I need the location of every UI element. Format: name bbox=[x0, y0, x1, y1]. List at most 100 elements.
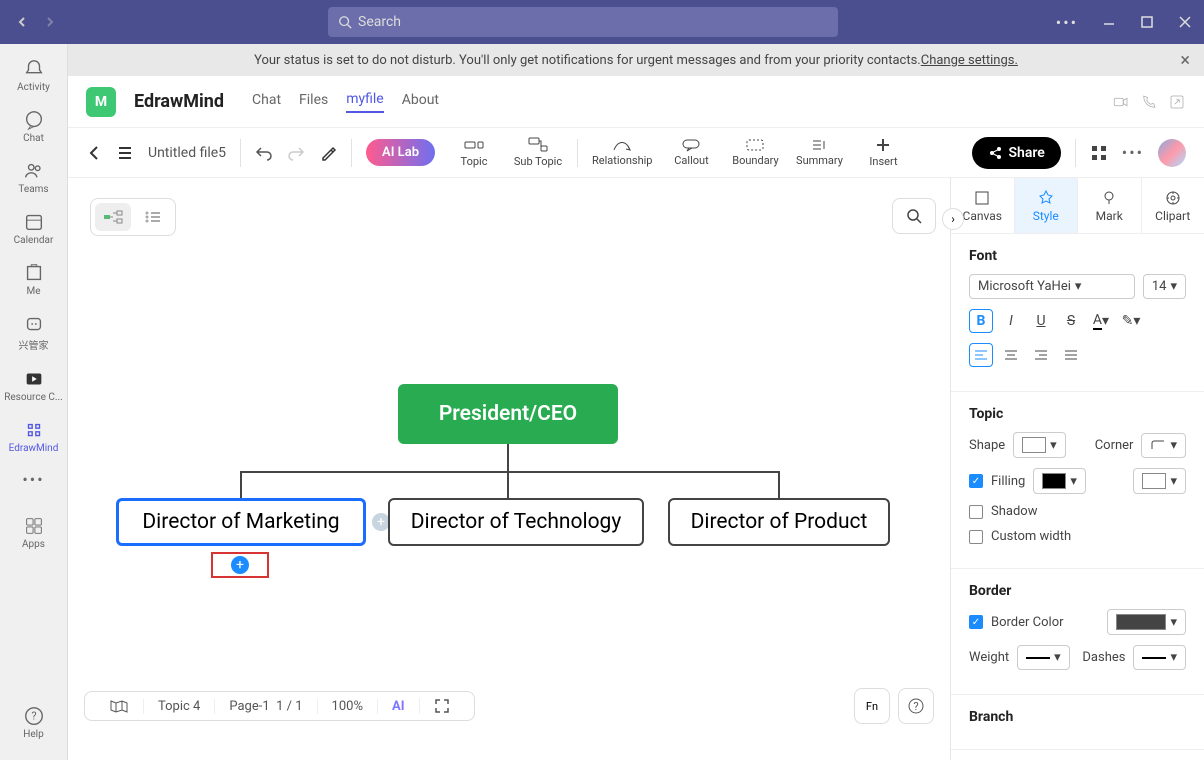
align-right-button[interactable] bbox=[1029, 343, 1053, 367]
rail-teams[interactable]: Teams bbox=[0, 154, 67, 201]
rail-help[interactable]: ?Help bbox=[0, 699, 67, 746]
topic-title: Topic bbox=[969, 406, 1186, 422]
notification-close[interactable]: × bbox=[1180, 50, 1190, 71]
rail-resource[interactable]: Resource C... bbox=[0, 362, 67, 409]
summary-button[interactable]: Summary bbox=[794, 138, 844, 167]
align-justify-button[interactable] bbox=[1059, 343, 1083, 367]
window-controls: ••• bbox=[1056, 13, 1192, 32]
rp-tab-mark[interactable]: Mark bbox=[1077, 178, 1141, 233]
rp-topic-section: Topic Shape ▾ Corner ▾ ✓ Filling ▾ ▾ Sha… bbox=[951, 392, 1204, 569]
rail-calendar[interactable]: Calendar bbox=[0, 205, 67, 252]
italic-button[interactable]: I bbox=[999, 309, 1023, 333]
text-color-button[interactable]: A▾ bbox=[1089, 309, 1113, 333]
toolbar: Untitled file5 AI Lab Topic Sub Topic Re… bbox=[68, 128, 1204, 178]
search-input[interactable]: Search bbox=[328, 7, 838, 37]
node-marketing[interactable]: Director of Marketing bbox=[116, 498, 366, 546]
menu-button[interactable] bbox=[116, 144, 134, 162]
notification-link[interactable]: Change settings. bbox=[921, 53, 1018, 68]
font-title: Font bbox=[969, 248, 1186, 264]
status-zoom[interactable]: 100% bbox=[317, 699, 377, 714]
shadow-checkbox[interactable] bbox=[969, 505, 983, 519]
status-page[interactable]: Page-1 1 / 1 bbox=[214, 699, 316, 714]
app-name: EdrawMind bbox=[134, 91, 224, 112]
strike-button[interactable]: S bbox=[1059, 309, 1083, 333]
boundary-button[interactable]: Boundary bbox=[730, 138, 780, 167]
back-button[interactable] bbox=[86, 145, 102, 161]
help-button[interactable]: ? bbox=[898, 688, 934, 724]
bold-button[interactable]: B bbox=[969, 309, 993, 333]
node-technology[interactable]: Director of Technology bbox=[388, 498, 644, 546]
rail-me[interactable]: Me bbox=[0, 256, 67, 303]
more-button[interactable]: ••• bbox=[1122, 143, 1144, 162]
svg-text:?: ? bbox=[913, 700, 918, 713]
filling-checkbox[interactable]: ✓ bbox=[969, 474, 983, 488]
undo-button[interactable] bbox=[255, 144, 273, 162]
rp-tab-style[interactable]: Style bbox=[1014, 178, 1078, 233]
canvas-area: › President/CEO Director of Marketing + … bbox=[68, 178, 950, 760]
panel-collapse-button[interactable]: › bbox=[942, 208, 964, 230]
insert-button[interactable]: Insert bbox=[858, 137, 908, 168]
avatar[interactable] bbox=[1158, 139, 1186, 167]
node-root[interactable]: President/CEO bbox=[398, 384, 618, 444]
font-family-select[interactable]: Microsoft YaHei▾ bbox=[969, 274, 1135, 299]
brush-button[interactable] bbox=[319, 144, 337, 162]
underline-button[interactable]: U bbox=[1029, 309, 1053, 333]
shape-select[interactable]: ▾ bbox=[1013, 432, 1066, 458]
popout-icon[interactable] bbox=[1168, 93, 1186, 111]
tab-about[interactable]: About bbox=[402, 92, 439, 112]
canvas[interactable]: President/CEO Director of Marketing + + … bbox=[68, 178, 950, 760]
rail-apps[interactable]: Apps bbox=[0, 509, 67, 556]
node-product[interactable]: Director of Product bbox=[668, 498, 890, 546]
rp-tab-clipart[interactable]: Clipart bbox=[1141, 178, 1204, 233]
add-child-button[interactable]: + bbox=[231, 556, 249, 574]
share-button[interactable]: Share bbox=[972, 137, 1060, 169]
weight-select[interactable]: ▾ bbox=[1017, 645, 1070, 670]
fn-button[interactable]: Fn bbox=[854, 688, 890, 724]
close-button[interactable] bbox=[1178, 15, 1192, 29]
minimize-button[interactable] bbox=[1102, 15, 1116, 29]
subtopic-button[interactable]: Sub Topic bbox=[513, 137, 563, 168]
more-icon: ••• bbox=[22, 470, 44, 489]
status-right: Fn ? bbox=[854, 688, 934, 724]
rail-edrawmind[interactable]: EdrawMind bbox=[0, 413, 67, 460]
border-color-select[interactable]: ▾ bbox=[1107, 609, 1186, 635]
ai-button[interactable]: AI bbox=[377, 699, 419, 714]
video-icon[interactable] bbox=[1112, 93, 1130, 111]
fullscreen-button[interactable] bbox=[419, 698, 464, 714]
titlebar: Search ••• bbox=[0, 0, 1204, 44]
tab-chat[interactable]: Chat bbox=[252, 92, 281, 112]
call-icon[interactable] bbox=[1140, 93, 1158, 111]
rail-activity[interactable]: Activity bbox=[0, 52, 67, 99]
tab-myfile[interactable]: myfile bbox=[346, 91, 384, 113]
nav-arrows bbox=[12, 12, 60, 32]
topic-button[interactable]: Topic bbox=[449, 137, 499, 168]
grid-button[interactable] bbox=[1090, 144, 1108, 162]
rail-xingguanjia[interactable]: 兴管家 bbox=[0, 307, 67, 358]
font-size-select[interactable]: 14▾ bbox=[1143, 274, 1186, 299]
maximize-button[interactable] bbox=[1140, 15, 1154, 29]
rail-more[interactable]: ••• bbox=[0, 464, 67, 495]
corner-select[interactable]: ▾ bbox=[1141, 433, 1186, 458]
fill-color-select[interactable]: ▾ bbox=[1033, 468, 1086, 494]
align-left-button[interactable] bbox=[969, 343, 993, 367]
svg-text:?: ? bbox=[31, 710, 36, 723]
border-color-checkbox[interactable]: ✓ bbox=[969, 615, 983, 629]
highlight-button[interactable]: ✎▾ bbox=[1119, 309, 1143, 333]
tab-files[interactable]: Files bbox=[299, 92, 328, 112]
align-center-button[interactable] bbox=[999, 343, 1023, 367]
ai-lab-button[interactable]: AI Lab bbox=[366, 139, 435, 166]
callout-button[interactable]: Callout bbox=[666, 138, 716, 167]
rail-chat[interactable]: Chat bbox=[0, 103, 67, 150]
customwidth-checkbox[interactable] bbox=[969, 530, 983, 544]
dashes-select[interactable]: ▾ bbox=[1133, 645, 1186, 670]
rp-font-section: Font Microsoft YaHei▾ 14▾ B I U S A▾ ✎▾ bbox=[951, 234, 1204, 392]
more-icon[interactable]: ••• bbox=[1056, 13, 1078, 32]
nav-forward[interactable] bbox=[40, 12, 60, 32]
map-button[interactable] bbox=[95, 698, 143, 714]
fill-secondary-select[interactable]: ▾ bbox=[1133, 468, 1186, 494]
search-placeholder: Search bbox=[358, 14, 401, 30]
nav-back[interactable] bbox=[12, 12, 32, 32]
relationship-button[interactable]: Relationship bbox=[592, 138, 652, 167]
redo-button[interactable] bbox=[287, 144, 305, 162]
file-name[interactable]: Untitled file5 bbox=[148, 145, 226, 161]
